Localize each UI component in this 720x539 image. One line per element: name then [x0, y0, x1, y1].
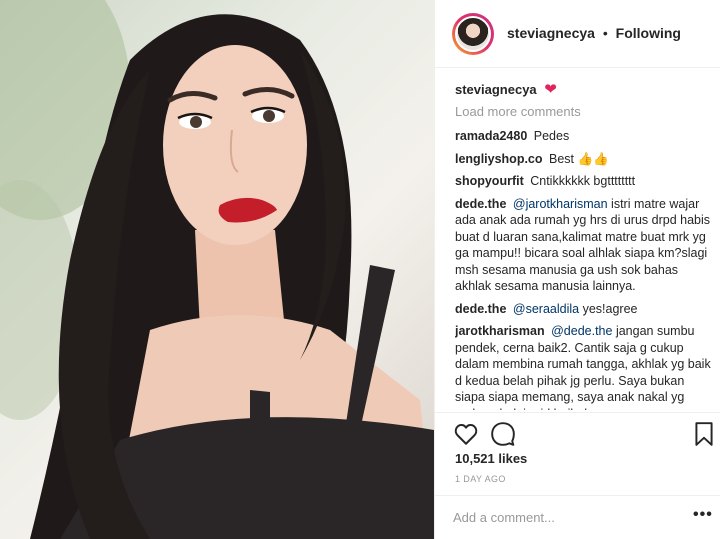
comment-item: shopyourfit Cntikkkkkk bgtttttttt [455, 173, 711, 190]
header-text: steviagnecya • Following [507, 25, 681, 41]
comments-list: ramada2480 Pedes lengliyshop.co Best 👍👍 … [455, 128, 711, 410]
comment-username[interactable]: jarotkharisman [455, 324, 545, 338]
bookmark-icon[interactable] [691, 421, 717, 447]
comment-mention[interactable]: @seraaldila [513, 302, 579, 316]
username-link[interactable]: steviagnecya [507, 25, 595, 41]
comment-text: Cntikkkkkk bgtttttttt [530, 174, 636, 188]
caption-username[interactable]: steviagnecya [455, 82, 537, 97]
heart-outline-icon[interactable] [453, 421, 479, 447]
comment-username[interactable]: ramada2480 [455, 129, 527, 143]
comment-item: dede.the @jarotkharisman istri matre waj… [455, 196, 711, 295]
thumbs-up-icon: 👍👍 [577, 151, 609, 166]
caption: steviagnecya ❤ [455, 80, 557, 98]
comment-username[interactable]: lengliyshop.co [455, 152, 543, 166]
post-photo[interactable] [0, 0, 434, 539]
comment-username[interactable]: shopyourfit [455, 174, 524, 188]
speech-bubble-icon[interactable] [490, 421, 516, 447]
post-timestamp[interactable]: 1 DAY AGO [455, 474, 506, 484]
add-comment-bar: ••• [435, 495, 720, 539]
comment-username[interactable]: dede.the [455, 302, 506, 316]
following-button[interactable]: Following [616, 25, 681, 41]
more-options-icon[interactable]: ••• [693, 506, 713, 524]
comment-item: dede.the @seraaldila yes!agree [455, 301, 711, 318]
avatar[interactable] [452, 13, 494, 55]
comment-item: jarotkharisman @dede.the jangan sumbu pe… [455, 323, 711, 410]
comment-text: Best [549, 151, 575, 166]
add-comment-input[interactable] [453, 510, 673, 525]
comment-item: lengliyshop.co Best 👍👍 [455, 151, 711, 168]
avatar-image [455, 16, 491, 52]
like-count[interactable]: 10,521 likes [455, 451, 527, 466]
load-more-comments-link[interactable]: Load more comments [455, 104, 581, 119]
action-bar [435, 412, 720, 452]
separator-dot: • [602, 25, 608, 41]
comment-item: ramada2480 Pedes [455, 128, 711, 145]
portrait-illustration [0, 0, 434, 539]
comment-username[interactable]: dede.the [455, 197, 506, 211]
post-side-panel: steviagnecya • Following steviagnecya ❤ … [434, 0, 720, 539]
comment-mention[interactable]: @jarotkharisman [513, 197, 608, 211]
comment-mention[interactable]: @dede.the [551, 324, 612, 338]
heart-emoji-icon: ❤ [544, 81, 557, 98]
instagram-post: steviagnecya • Following steviagnecya ❤ … [0, 0, 720, 539]
post-header: steviagnecya • Following [435, 0, 720, 68]
comment-text: Pedes [533, 129, 570, 143]
comment-text: yes!agree [582, 301, 638, 316]
